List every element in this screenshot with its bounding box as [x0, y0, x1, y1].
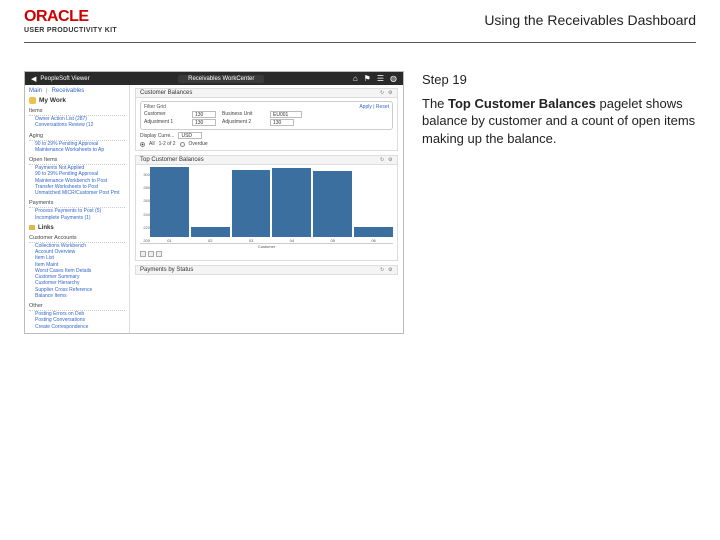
side-section-openitems: Open Items — [29, 156, 125, 165]
folder-icon — [29, 225, 35, 230]
side-link[interactable]: Conversations Review (12 — [35, 122, 125, 128]
side-section-aging: Aging — [29, 132, 125, 141]
module-title: Customer Balances — [140, 90, 192, 96]
chart-toolbar — [140, 251, 393, 257]
side-section-items: Items — [29, 107, 125, 116]
wrench-icon[interactable]: ⚙ — [388, 91, 393, 96]
wrench-icon[interactable]: ⚙ — [388, 268, 393, 273]
chart-bar — [150, 167, 189, 237]
adjustment2-input[interactable]: 130 — [270, 119, 294, 126]
side-link[interactable]: Maintenance Worksheets to Ap — [35, 147, 125, 153]
logo-subtext: USER PRODUCTIVITY KIT — [24, 27, 117, 34]
crumb-main[interactable]: Main — [29, 88, 42, 94]
filter-label: Adjustment 2 — [222, 119, 264, 126]
links-group-customer: Customer Accounts — [29, 234, 125, 243]
filter-label: Adjustment 1 — [144, 119, 186, 126]
chart-bar — [272, 168, 311, 237]
adjustment1-input[interactable]: 130 — [192, 119, 216, 126]
filter-grid-fieldset: Filter Grid Apply | Reset Customer 130 B… — [140, 101, 393, 130]
wrench-icon[interactable]: ⚙ — [388, 158, 393, 163]
radio-overdue-label: Overdue — [189, 141, 208, 147]
y-axis-ticks: 300 280 260 240 220 200 — [140, 172, 150, 243]
menu-icon[interactable]: ☰ — [377, 74, 384, 83]
refresh-icon[interactable]: ↻ — [380, 158, 385, 163]
customer-input[interactable]: 130 — [192, 111, 216, 118]
refresh-icon[interactable]: ↻ — [380, 91, 385, 96]
display-currency-input[interactable]: USD — [178, 132, 202, 139]
refresh-icon[interactable]: ↻ — [380, 268, 385, 273]
step-number: Step 19 — [422, 71, 696, 89]
radio-overdue[interactable] — [180, 142, 185, 147]
back-icon[interactable]: ◀ — [31, 75, 36, 83]
chart-tool-icon[interactable] — [140, 251, 146, 257]
instruction-panel: Step 19 The Top Customer Balances pagele… — [422, 71, 696, 334]
links-group-other: Other — [29, 302, 125, 311]
businessunit-input[interactable]: EU001 — [270, 111, 302, 118]
filter-legend: Filter Grid — [144, 104, 166, 110]
chart-tool-icon[interactable] — [148, 251, 154, 257]
side-section-payments: Payments — [29, 199, 125, 208]
filter-actions[interactable]: Apply | Reset — [359, 104, 389, 110]
user-icon[interactable]: ◍ — [390, 74, 397, 83]
chart-bar — [354, 227, 393, 237]
appbar-back-label: PeopleSoft Viewer — [40, 76, 89, 82]
module-title: Payments by Status — [140, 267, 193, 273]
logo-text: ORACLE — [24, 8, 117, 26]
chart-tool-icon[interactable] — [156, 251, 162, 257]
app-titlebar: ◀ PeopleSoft Viewer Receivables WorkCent… — [25, 72, 403, 85]
main-panel: Customer Balances ↻ ⚙ Filter Grid Apply … — [130, 85, 403, 333]
sidebar: Main | Receivables My Work Items Owner A… — [25, 85, 130, 333]
filter-label: Business Unit — [222, 111, 264, 118]
app-screenshot: ◀ PeopleSoft Viewer Receivables WorkCent… — [24, 71, 404, 334]
mywork-header: My Work — [29, 97, 125, 104]
x-axis-label: Customer — [140, 244, 393, 249]
crumb-sec[interactable]: Receivables — [52, 88, 85, 94]
top-customer-balances-pagelet: Top Customer Balances ↻ ⚙ 300 280 260 — [135, 155, 398, 261]
display-currency-label: Display Curre... — [140, 133, 174, 139]
flag-icon[interactable]: ⚑ — [364, 74, 371, 83]
appbar-title: Receivables WorkCenter — [178, 75, 264, 83]
customer-balances-pagelet: Customer Balances ↻ ⚙ Filter Grid Apply … — [135, 88, 398, 151]
module-title: Top Customer Balances — [140, 157, 204, 163]
chart-bar — [313, 171, 352, 237]
side-link[interactable]: Balance Items — [35, 293, 125, 299]
radio-all-legend: 1-2 of 2 — [159, 141, 176, 147]
doc-title: Using the Receivables Dashboard — [484, 8, 696, 28]
side-link[interactable]: Incomplete Payments (1) — [35, 215, 125, 221]
radio-all-label: All — [149, 141, 155, 147]
instruction-text: The Top Customer Balances pagelet shows … — [422, 95, 696, 148]
brand-logo: ORACLE USER PRODUCTIVITY KIT — [24, 8, 117, 34]
breadcrumb: Main | Receivables — [29, 88, 125, 94]
bar-chart: 300 280 260 240 220 200 01 02 03 04 — [140, 172, 393, 244]
payments-by-status-pagelet: Payments by Status ↻ ⚙ — [135, 265, 398, 275]
side-link[interactable]: Unmatched MICR/Customer Post Pmt — [35, 190, 125, 196]
side-link[interactable]: Create Correspondence — [35, 324, 125, 330]
chart-bar — [232, 170, 271, 237]
links-header: Links — [29, 225, 125, 231]
radio-all[interactable] — [140, 142, 145, 147]
home-icon[interactable]: ⌂ — [353, 74, 358, 83]
filter-label: Customer — [144, 111, 186, 118]
chart-bar — [191, 227, 230, 237]
person-icon — [29, 97, 36, 104]
